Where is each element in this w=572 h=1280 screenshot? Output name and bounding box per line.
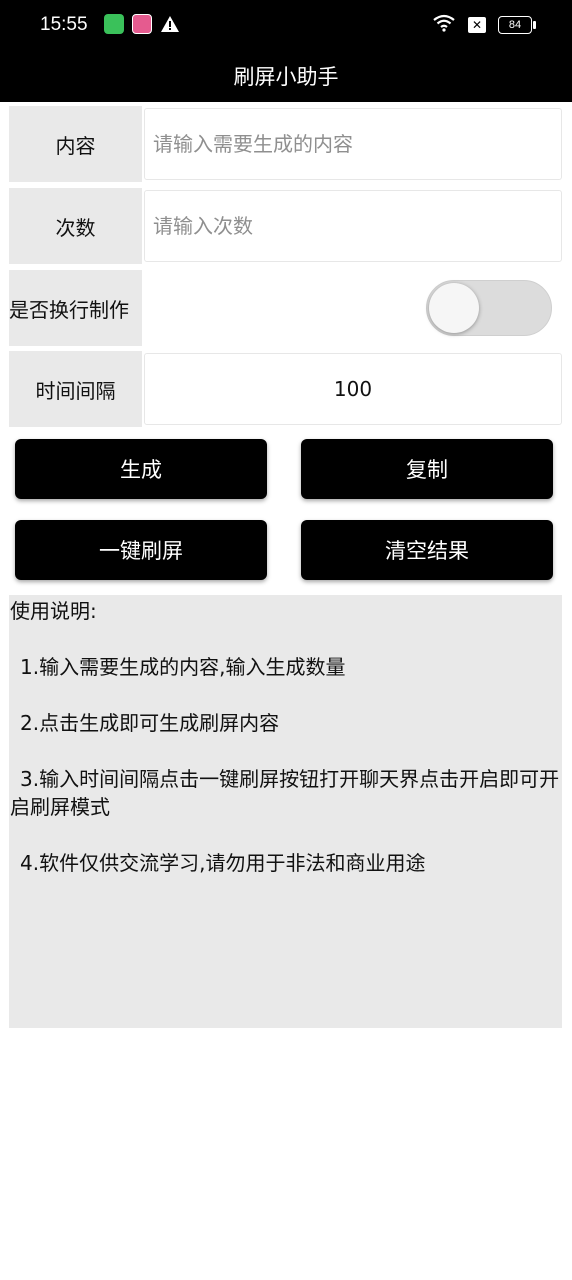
- newline-toggle-area: [142, 270, 562, 346]
- clear-results-button[interactable]: 清空结果: [301, 520, 553, 580]
- content-field-container: [144, 108, 562, 180]
- count-input[interactable]: [151, 213, 561, 239]
- count-row: 次数: [9, 188, 562, 264]
- wifi-icon: [432, 14, 456, 36]
- app-notification-icon-2: [132, 14, 152, 34]
- newline-label: 是否换行制作: [9, 270, 142, 346]
- copy-button[interactable]: 复制: [301, 439, 553, 499]
- page-title: 刷屏小助手: [0, 52, 572, 102]
- instruction-item-4: 4.软件仅供交流学习,请勿用于非法和商业用途: [20, 851, 426, 875]
- instructions-title: 使用说明:: [10, 599, 97, 623]
- content-label: 内容: [9, 106, 142, 182]
- instruction-item-3: 3.输入时间间隔点击一键刷屏按钮打开聊天界点击开启即可开启刷屏模式: [10, 767, 560, 819]
- count-field-container: [144, 190, 562, 262]
- instructions-panel[interactable]: 使用说明: 1.输入需要生成的内容,输入生成数量 2.点击生成即可生成刷屏内容 …: [9, 595, 562, 1028]
- toggle-knob: [429, 283, 479, 333]
- interval-label: 时间间隔: [9, 351, 142, 427]
- newline-row: 是否换行制作: [9, 270, 562, 346]
- app-notification-icon: [104, 14, 124, 34]
- one-click-spam-button[interactable]: 一键刷屏: [15, 520, 267, 580]
- count-label: 次数: [9, 188, 142, 264]
- no-sim-icon: ✕: [468, 17, 486, 33]
- app-root: 15:55 ✕ 84 刷屏小助手 内容 请输入需要生成的内容 次数 请输入次数 …: [0, 0, 572, 1280]
- status-notification-icons: [104, 14, 180, 34]
- status-system-icons: ✕ 84: [432, 14, 536, 36]
- content-input[interactable]: [151, 131, 561, 157]
- content-row: 内容: [9, 106, 562, 182]
- interval-input[interactable]: 100: [144, 353, 562, 425]
- status-bar: 15:55 ✕ 84: [0, 0, 572, 52]
- newline-toggle[interactable]: [426, 280, 552, 336]
- battery-icon: 84: [498, 16, 536, 34]
- status-time: 15:55: [40, 14, 88, 35]
- instruction-item-2: 2.点击生成即可生成刷屏内容: [20, 711, 280, 735]
- generate-button[interactable]: 生成: [15, 439, 267, 499]
- warning-icon: [160, 15, 180, 33]
- interval-row: 时间间隔 100: [9, 351, 562, 427]
- instruction-item-1: 1.输入需要生成的内容,输入生成数量: [20, 655, 346, 679]
